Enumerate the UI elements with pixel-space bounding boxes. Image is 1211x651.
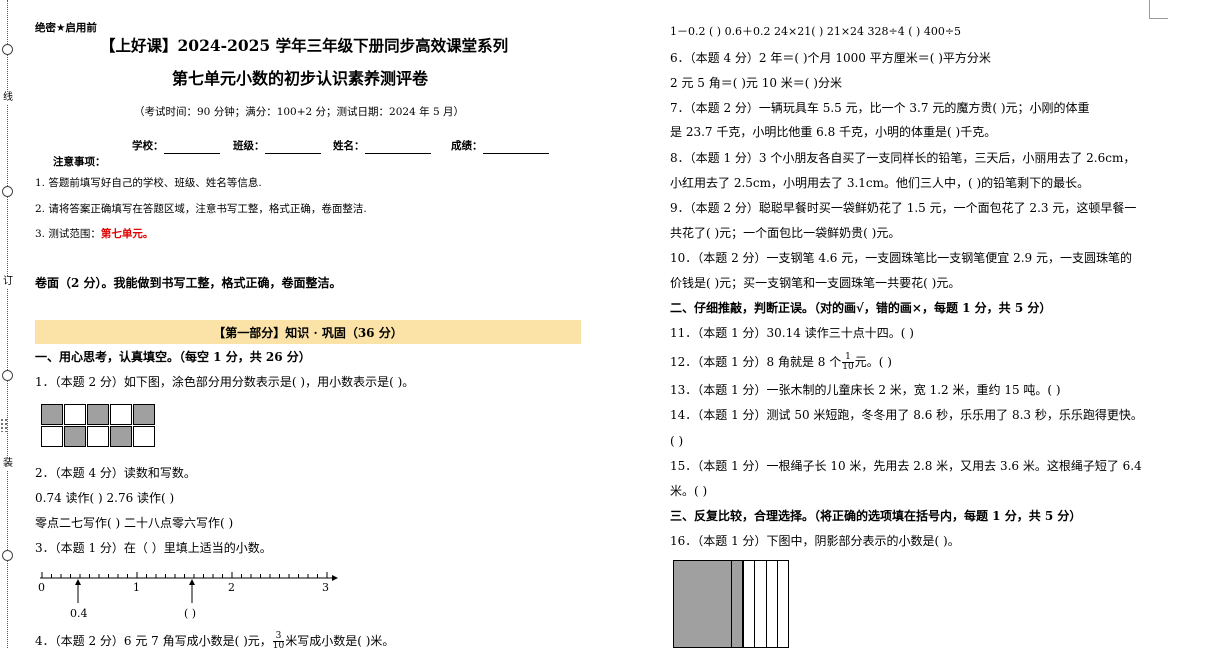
section2-title: 二、仔细推敲，判断正误。（对的画√，错的画×，每题 1 分，共 5 分） [670, 301, 1052, 315]
question-3-stem: 3．（本题 1 分）在（ ）里填上适当的小数。 [35, 541, 272, 555]
question-2-stem: 2．（本题 4 分）读数和写数。 [35, 466, 196, 480]
shaded-portion [673, 560, 743, 648]
grid-cell [64, 426, 86, 447]
page-corner-mark [1149, 0, 1168, 19]
paper-title: 【上好课】2024-2025 学年三年级下册同步高效课堂系列 [100, 36, 509, 55]
neatness-instruction: 卷面（2 分）。我能做到书写工整，格式正确，卷面整洁。 [35, 276, 342, 290]
note-item: 1. 答题前填写好自己的学校、班级、姓名等信息. [35, 177, 262, 189]
question-14-line-1: 14．（本题 1 分）测试 50 米短跑，冬冬用了 8.6 秒，乐乐用了 8.3… [670, 408, 1143, 422]
tick-label: 3 [322, 581, 329, 594]
scope-highlight: 第七单元。 [100, 228, 154, 240]
grid-cell [41, 426, 63, 447]
question-10-line-1: 10．（本题 2 分）一支钢笔 4.6 元，一支圆珠笔比一支钢笔便宜 2.9 元… [670, 251, 1132, 265]
grid-cell [133, 404, 155, 425]
name-blank[interactable] [364, 141, 431, 154]
part1-banner: 【第一部分】知识 · 巩固（36 分） [35, 320, 581, 344]
question-14-line-2: ( ) [670, 434, 684, 448]
drag-handle-icon[interactable] [0, 418, 9, 432]
binding-char-xian: 线 [1, 92, 15, 104]
mark-label-0-4: 0.4 [70, 607, 88, 620]
note-item-scope: 3. 测试范围：第七单元。 [35, 226, 153, 242]
school-label: 学校： [132, 140, 164, 152]
binding-hole-icon [2, 550, 13, 561]
tick-label: 0 [38, 581, 45, 594]
class-label: 班级： [233, 140, 265, 152]
part1-banner-title: 【第一部分】知识 · 巩固（36 分） [213, 326, 403, 340]
question-1: 1．（本题 2 分）如下图，涂色部分用分数表示是( )，用小数表示是( )。 [35, 375, 415, 389]
question-16: 16．（本题 1 分）下图中，阴影部分表示的小数是( )。 [670, 534, 960, 548]
grid-cell [110, 404, 132, 425]
paper-subtitle: 第七单元小数的初步认识素养测评卷 [172, 69, 429, 88]
question-6-line-1: 6．（本题 4 分）2 年＝( )个月 1000 平方厘米＝( )平方分米 [670, 51, 991, 65]
score-label: 成绩： [451, 140, 483, 152]
notes-title: 注意事项： [53, 156, 106, 168]
number-line-ticks [41, 572, 328, 578]
binding-char-ding: 订 [1, 276, 15, 288]
question-12-pre: 12．（本题 1 分）8 角就是 8 个 [670, 355, 842, 369]
question-4-pre: 4．（本题 2 分）6 元 7 角写成小数是( )元， [35, 634, 272, 648]
secret-label: 绝密★启用前 [35, 22, 97, 34]
fraction-3-10: 3 10 [272, 632, 285, 651]
binding-hole-icon [2, 186, 13, 197]
grid-cell [87, 426, 109, 447]
question-15-line-2: 米。( ) [670, 484, 708, 498]
grid-cell [41, 404, 63, 425]
question-12-post: 元。( ) [854, 355, 892, 369]
note-item: 2. 请将答案正确填写在答题区域，注意书写工整，格式正确，卷面整洁. [35, 203, 367, 215]
section3-title: 三、反复比较，合理选择。（将正确的选项填在括号内，每题 1 分，共 5 分） [670, 509, 1082, 523]
question-9-line-1: 9．（本题 2 分）聪聪早餐时买一袋鲜奶花了 1.5 元，一个面包花了 2.3 … [670, 201, 1137, 215]
class-blank[interactable] [264, 141, 321, 154]
mark-blank[interactable]: ( ) [184, 607, 196, 620]
question-12: 12．（本题 1 分）8 角就是 8 个 1 10 元。( ) [670, 353, 892, 372]
grid-cell [110, 426, 132, 447]
question-4: 4．（本题 2 分）6 元 7 角写成小数是( )元， 3 10 米写成小数是( )米… [35, 632, 394, 651]
question-2-line-2: 零点二七写作( ) 二十八点零六写作( ) [35, 516, 234, 530]
section1-title: 一、用心思考，认真填空。（每空 1 分，共 26 分） [35, 350, 311, 364]
binding-margin: 线 订 装 [0, 0, 18, 648]
school-blank[interactable] [163, 141, 220, 154]
tick-label: 1 [133, 581, 140, 594]
question-15-line-1: 15．（本题 1 分）一根绳子长 10 米，先用去 2.8 米，又用去 3.6 … [670, 459, 1142, 473]
up-arrow-icon [75, 579, 81, 585]
school-field: 学校： [132, 138, 220, 154]
number-line-figure: 0 1 2 3 0.4 ( ) [38, 572, 338, 620]
grid-cell [87, 404, 109, 425]
question-5-continued: 1－0.2 ( ) 0.6＋0.2 24×21( ) 21×24 328÷4 (… [670, 25, 962, 38]
binding-char-zhuang: 装 [1, 458, 15, 470]
divider-line [731, 560, 732, 648]
name-label: 姓名： [333, 140, 365, 152]
grid-cell [64, 404, 86, 425]
question-8-line-1: 8．（本题 1 分）3 个小朋友各自买了一支同样长的铅笔，三天后，小丽用去了 2… [670, 151, 1136, 165]
question-9-line-2: 共花了( )元；一个面包比一袋鲜奶贵( )元。 [670, 226, 901, 240]
question-4-post: 米写成小数是( )米。 [285, 634, 395, 648]
divider-line [777, 560, 778, 648]
score-blank[interactable] [482, 141, 549, 154]
score-field: 成绩： [451, 138, 549, 154]
number-line-arrow-icon [332, 575, 338, 581]
name-field: 姓名： [333, 138, 431, 154]
question-10-line-2: 价钱是( )元；买一支钢笔和一支圆珠笔一共要花( )元。 [670, 276, 961, 290]
question-6-line-2: 2 元 5 角＝( )元 10 米＝( )分米 [670, 76, 842, 90]
class-field: 班级： [233, 138, 321, 154]
fraction-denominator: 10 [842, 362, 854, 372]
tick-label: 2 [228, 581, 235, 594]
question-13: 13．（本题 1 分）一张木制的儿童床长 2 米，宽 1.2 米，重约 15 吨… [670, 383, 1061, 397]
divider-line [766, 560, 767, 648]
divider-line [754, 560, 755, 648]
question-2-line-1: 0.74 读作( ) 2.76 读作( ) [35, 491, 175, 505]
question-7-line-1: 7．（本题 2 分）一辆玩具车 5.5 元，比一个 3.7 元的魔方贵( )元；… [670, 101, 1090, 115]
exam-page: 线 订 装 绝密★启用前 【上好课】2024-2025 学年三年级下册同步高效课… [0, 0, 1211, 651]
question-11: 11．（本题 1 分）30.14 读作三十点十四。( ) [670, 326, 914, 340]
divider-line [743, 560, 744, 648]
up-arrow-icon [189, 579, 195, 585]
fraction-denominator: 10 [272, 641, 285, 651]
binding-hole-icon [2, 44, 13, 55]
question-7-line-2: 是 23.7 千克，小明比他重 6.8 千克，小明的体重是( )千克。 [670, 125, 997, 139]
question-8-line-2: 小红用去了 2.5cm，小明用去了 3.1cm。他们三人中，( )的铅笔剩下的最… [670, 176, 1090, 190]
exam-info: （考试时间：90 分钟；满分：100+2 分；测试日期：2024 年 5 月） [134, 106, 464, 118]
note-item: 3. 测试范围： [35, 228, 101, 240]
grid-cell [133, 426, 155, 447]
binding-hole-icon [2, 370, 13, 381]
fraction-1-10: 1 10 [842, 353, 854, 372]
